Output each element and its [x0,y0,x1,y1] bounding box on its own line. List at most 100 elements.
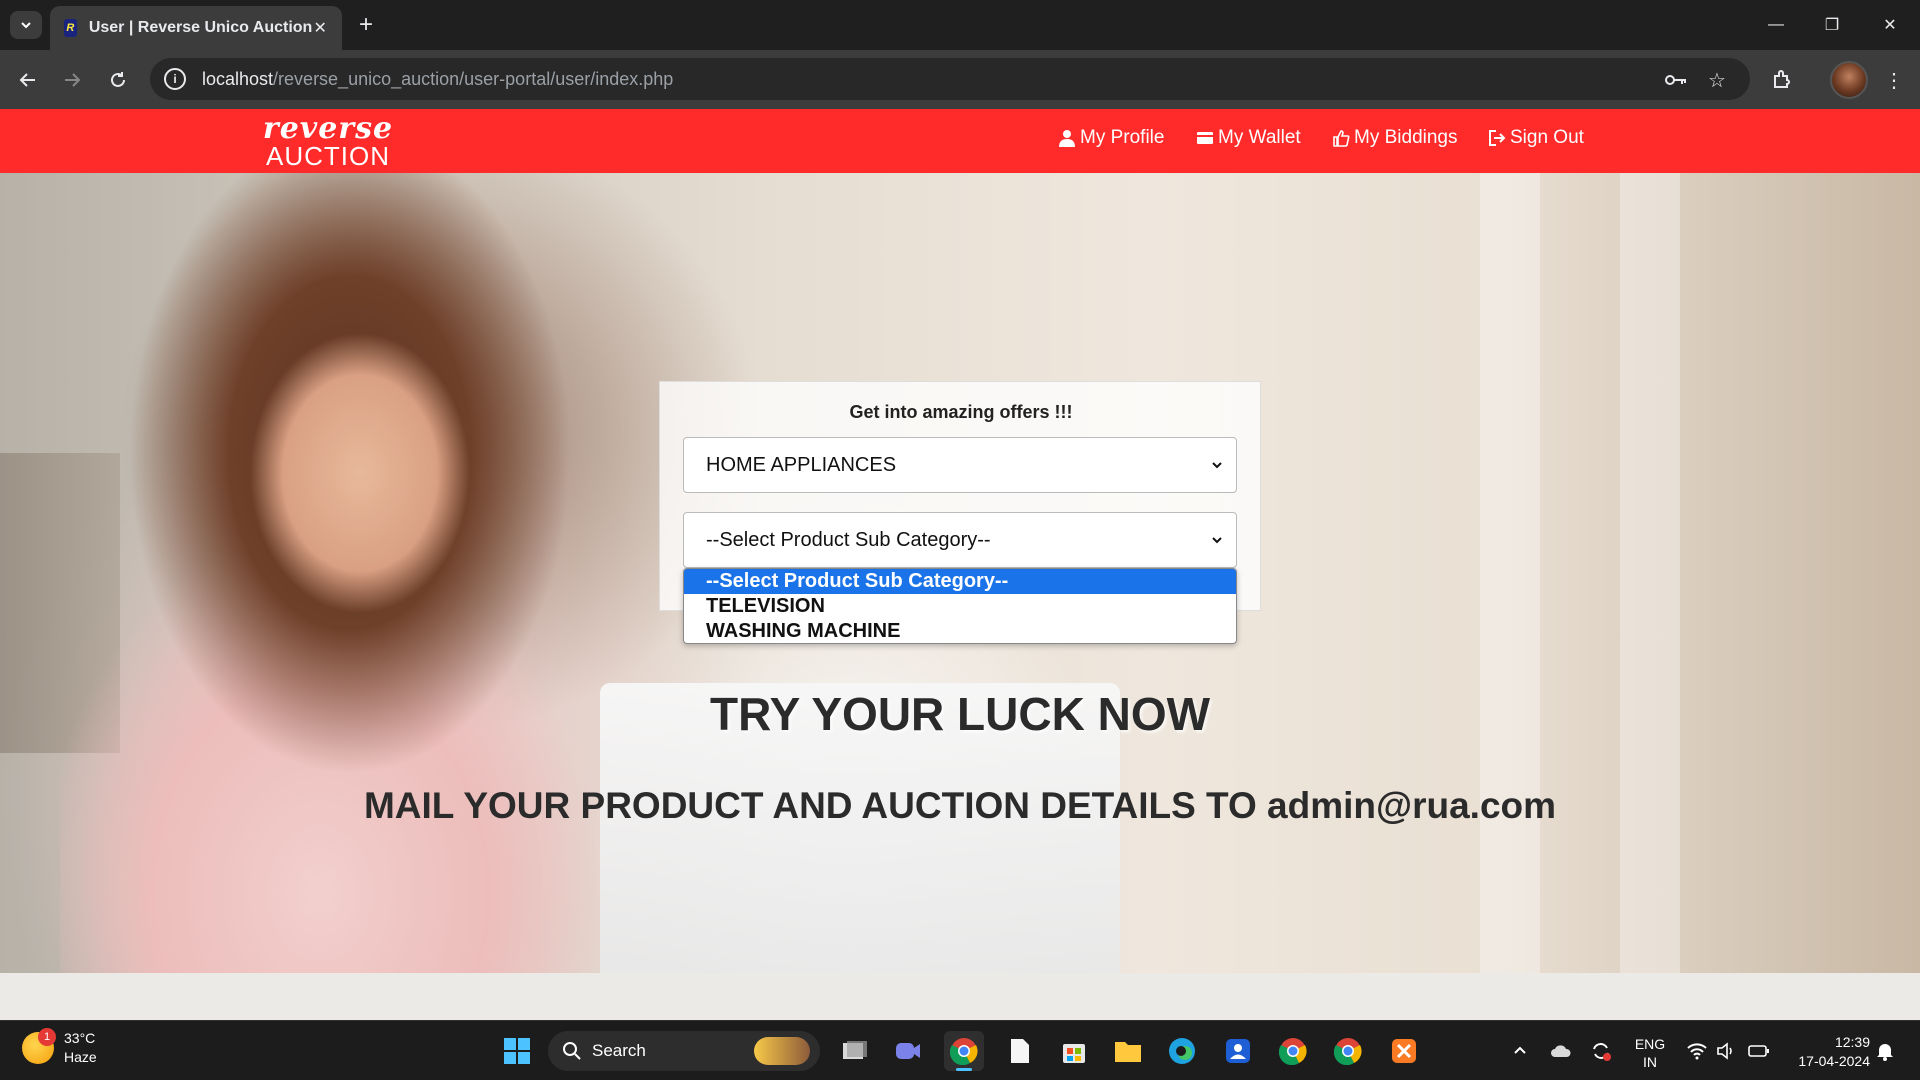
account-app[interactable] [1218,1031,1258,1071]
minimize-button[interactable]: — [1748,0,1804,50]
nav-sign-out-label: Sign Out [1510,127,1584,148]
password-key-icon[interactable] [1663,67,1689,93]
task-view-button[interactable] [835,1031,875,1071]
notepad-app[interactable] [1000,1031,1040,1071]
chevron-up-icon [1514,1046,1526,1054]
nav-my-wallet-label: My Wallet [1218,127,1301,148]
subcategory-dropdown-list: --Select Product Sub Category-- TELEVISI… [683,568,1237,644]
tab-title: User | Reverse Unico Auction [88,19,313,36]
clock-date: 17-04-2024 [1798,1053,1870,1069]
back-button[interactable] [12,64,44,96]
site-navbar: reverse AUCTION My Profile My Wallet My … [0,109,1920,173]
offer-form-card: Get into amazing offers !!! HOME APPLIAN… [659,381,1261,644]
address-bar[interactable]: i localhost/reverse_unico_auction/user-p… [150,58,1750,100]
arrow-left-icon [19,73,35,87]
browser-toolbar: i localhost/reverse_unico_auction/user-p… [0,50,1920,109]
chrome-app[interactable] [1273,1031,1313,1071]
category-select-value: HOME APPLIANCES [706,453,897,476]
hero-desk [0,973,1920,1020]
browser-tab-active[interactable]: R User | Reverse Unico Auction ✕ [50,6,342,50]
forward-button[interactable] [56,64,88,96]
battery-icon[interactable] [1748,1021,1770,1080]
chevron-down-icon [21,22,31,29]
taskbar-search[interactable]: Search [548,1031,820,1071]
notification-badge: 1 [38,1028,56,1046]
subcategory-select[interactable]: --Select Product Sub Category-- [683,512,1237,568]
reload-icon [111,72,125,87]
microsoft-store-app[interactable] [1054,1031,1094,1071]
site-logo[interactable]: reverse AUCTION [248,111,408,170]
xampp-icon [1392,1039,1416,1063]
hero-window-light [1620,173,1680,1020]
language-indicator[interactable]: ENG IN [1630,1035,1670,1071]
taskbar-clock[interactable]: 12:39 17-04-2024 [1780,1033,1870,1071]
weather-widget[interactable]: 1 33°C Haze [22,1028,97,1067]
clock-time: 12:39 [1834,1034,1870,1050]
profile-avatar[interactable] [1830,61,1868,99]
search-icon [563,1042,581,1060]
web-page: reverse AUCTION My Profile My Wallet My … [0,109,1920,1020]
person-shield-icon [1226,1039,1250,1063]
chevron-down-icon [1212,537,1222,544]
start-button[interactable] [497,1031,537,1071]
restore-button[interactable]: ❐ [1804,0,1860,50]
notification-bell-icon[interactable] [1876,1021,1894,1080]
document-icon [1011,1039,1029,1063]
windows-taskbar: 1 33°C Haze Search ENG IN 12:39 17-04-20… [0,1020,1920,1080]
store-icon [1063,1044,1085,1063]
category-select[interactable]: HOME APPLIANCES [683,437,1237,493]
nav-sign-out[interactable]: Sign Out [1488,127,1584,149]
search-label: Search [592,1041,646,1060]
nav-my-biddings[interactable]: My Biddings [1332,127,1458,149]
dropdown-option[interactable]: TELEVISION [684,594,1236,619]
hero-window-light [1480,173,1540,1020]
sync-icon[interactable] [1590,1021,1612,1080]
chrome-profile-app[interactable] [1328,1031,1368,1071]
file-explorer-app[interactable] [1108,1031,1148,1071]
close-tab-icon[interactable]: ✕ [312,18,328,38]
wifi-icon[interactable] [1686,1021,1708,1080]
tab-search-button[interactable] [10,11,42,39]
arrow-right-icon [65,73,81,87]
show-hidden-icons[interactable] [1512,1021,1528,1080]
close-window-button[interactable]: ✕ [1862,0,1918,50]
teams-app[interactable] [888,1031,928,1071]
browser-menu-icon[interactable]: ⋮ [1878,64,1910,96]
xampp-app[interactable] [1384,1031,1424,1071]
chrome-app-active[interactable] [944,1031,984,1071]
site-favicon-icon: R [64,19,77,37]
sign-out-icon [1489,130,1506,146]
user-icon [1059,130,1075,147]
video-chat-icon [896,1043,920,1059]
weather-sun-icon: 1 [22,1028,56,1064]
task-view-icon [843,1041,867,1059]
active-indicator [956,1068,972,1071]
form-heading: Get into amazing offers !!! [849,402,1073,422]
chrome-icon [1334,1038,1362,1065]
dropdown-option[interactable]: --Select Product Sub Category-- [684,569,1236,594]
hero-headline: TRY YOUR LUCK NOW [709,688,1211,740]
bookmark-star-icon[interactable]: ☆ [1704,67,1730,93]
site-info-icon[interactable]: i [164,68,186,90]
dropdown-option[interactable]: WASHING MACHINE [684,619,1236,643]
chrome-icon [950,1038,978,1065]
hero-subline: MAIL YOUR PRODUCT AND AUCTION DETAILS TO… [363,785,1557,826]
extensions-icon[interactable] [1766,64,1798,96]
edge-icon [1169,1038,1195,1064]
browser-tab-bar: R User | Reverse Unico Auction ✕ + — ❐ ✕ [0,0,1920,50]
chrome-icon [1279,1038,1307,1065]
nav-my-wallet[interactable]: My Wallet [1196,127,1301,149]
nav-my-profile[interactable]: My Profile [1058,127,1164,149]
edge-app[interactable] [1162,1031,1202,1071]
onedrive-icon[interactable] [1550,1021,1572,1080]
thumbs-up-icon [1333,130,1350,147]
new-tab-button[interactable]: + [352,11,380,39]
folder-icon [1115,1042,1141,1062]
logo-top-text: reverse [262,111,394,146]
url-path: /reverse_unico_auction/user-portal/user/… [273,68,674,89]
nav-my-biddings-label: My Biddings [1354,127,1458,148]
url-host: localhost [202,68,274,89]
reload-button[interactable] [102,64,134,96]
volume-icon[interactable] [1716,1021,1736,1080]
search-highlight-icon [754,1037,810,1065]
